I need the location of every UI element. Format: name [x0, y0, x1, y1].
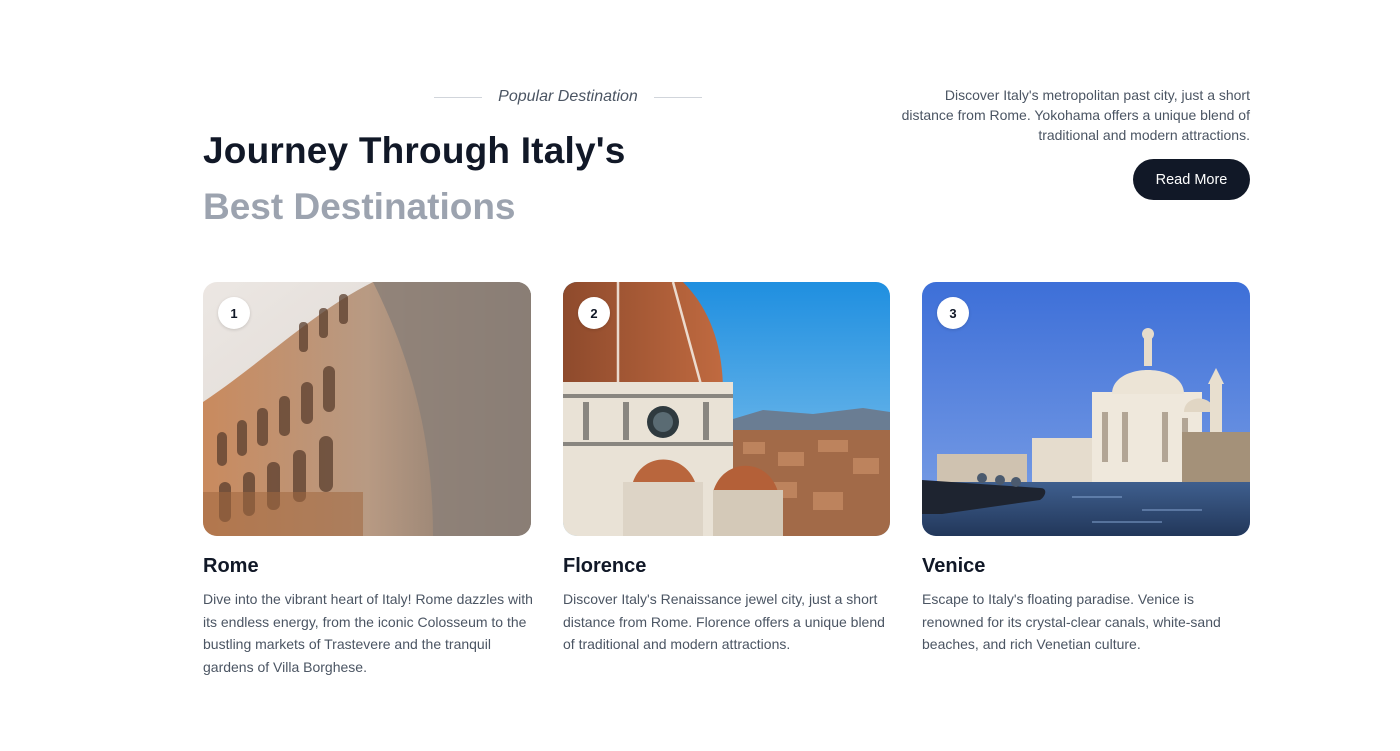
destination-image-florence[interactable]: 2	[563, 282, 890, 536]
card-number-badge: 2	[578, 297, 610, 329]
intro-text: Discover Italy's metropolitan past city,…	[901, 87, 1250, 143]
destination-card-florence[interactable]: 2 Florence Discover Italy's Renaissance …	[563, 282, 890, 656]
card-number-badge: 3	[937, 297, 969, 329]
eyebrow-line-left	[434, 96, 482, 98]
card-description: Dive into the vibrant heart of Italy! Ro…	[203, 591, 533, 675]
destination-image-rome[interactable]: 1	[203, 282, 531, 536]
section-eyebrow: Popular Destination	[434, 86, 702, 108]
colosseum-image	[203, 282, 531, 536]
card-title[interactable]: Florence	[563, 555, 890, 578]
eyebrow-text: Popular Destination	[498, 88, 638, 105]
destination-image-venice[interactable]: 3	[922, 282, 1250, 536]
card-description: Escape to Italy's floating paradise. Ven…	[922, 591, 1221, 652]
destination-card-rome[interactable]: 1 Rome Dive into the vibrant heart of It…	[203, 282, 533, 678]
destination-card-venice[interactable]: 3 Venice Escape to Italy's floating para…	[922, 282, 1250, 656]
page-title: Journey Through Italy's	[203, 130, 626, 171]
card-description: Discover Italy's Renaissance jewel city,…	[563, 591, 885, 652]
read-more-button[interactable]: Read More	[1133, 159, 1250, 200]
card-title[interactable]: Rome	[203, 555, 531, 578]
florence-duomo-image	[563, 282, 890, 536]
venice-image	[922, 282, 1250, 536]
card-number-badge: 1	[218, 297, 250, 329]
page-subtitle: Best Destinations	[203, 186, 516, 227]
eyebrow-line-right	[653, 96, 702, 98]
card-title[interactable]: Venice	[922, 555, 1250, 578]
